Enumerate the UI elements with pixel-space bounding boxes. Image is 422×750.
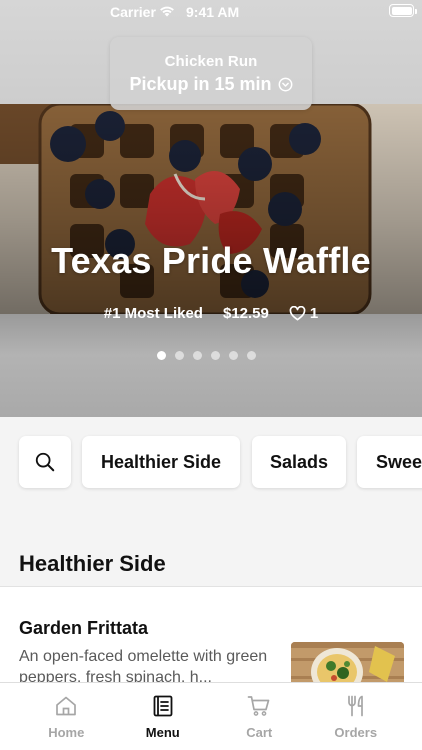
search-icon bbox=[35, 452, 55, 472]
menu-section-header: Healthier Side bbox=[0, 510, 422, 587]
tab-label: Home bbox=[48, 725, 85, 740]
featured-item-meta: #1 Most Liked $12.59 1 bbox=[0, 305, 422, 322]
tab-menu[interactable]: Menu bbox=[115, 683, 212, 750]
search-button[interactable] bbox=[19, 436, 71, 488]
page-dot[interactable] bbox=[247, 351, 256, 360]
store-selector-button[interactable]: Chicken Run Pickup in 15 min bbox=[110, 37, 312, 110]
menu-item-list[interactable]: Garden Frittata An open-faced omelette w… bbox=[0, 587, 422, 682]
like-button[interactable]: 1 bbox=[289, 305, 318, 322]
tab-cart[interactable]: Cart bbox=[211, 683, 308, 750]
section-title: Healthier Side bbox=[19, 551, 166, 576]
clock: 9:41 AM bbox=[186, 4, 240, 20]
category-chip-sweets[interactable]: Sweets bbox=[357, 436, 422, 488]
carrier-label: Carrier bbox=[110, 4, 156, 20]
category-chip-healthier-side[interactable]: Healthier Side bbox=[82, 436, 240, 488]
featured-item-title[interactable]: Texas Pride Waffle bbox=[0, 240, 422, 282]
page-dot[interactable] bbox=[211, 351, 220, 360]
home-icon bbox=[56, 696, 77, 716]
tab-home[interactable]: Home bbox=[18, 683, 115, 750]
menu-item-photo bbox=[291, 642, 404, 682]
featured-carousel[interactable]: Carrier 9:41 AM Chicken Run Pickup in 15… bbox=[0, 0, 422, 417]
cart-icon bbox=[247, 696, 270, 716]
menu-item-description: An open-faced omelette with green pepper… bbox=[19, 648, 268, 682]
page-dot[interactable] bbox=[157, 351, 166, 360]
tab-label: Menu bbox=[145, 725, 180, 740]
page-dot[interactable] bbox=[175, 351, 184, 360]
carousel-page-indicator[interactable] bbox=[157, 351, 256, 360]
heart-icon bbox=[289, 306, 306, 321]
hero-overlay bbox=[0, 104, 422, 314]
menu-item-name: Garden Frittata bbox=[19, 618, 149, 638]
pickup-time: Pickup in 15 min bbox=[110, 74, 312, 95]
hero-backdrop bbox=[0, 314, 422, 417]
battery-icon bbox=[389, 4, 417, 17]
tab-bar[interactable]: Home Menu Cart Orders bbox=[0, 682, 422, 750]
featured-item-price: $12.59 bbox=[222, 305, 269, 322]
menu-book-icon bbox=[153, 695, 173, 717]
page-dot[interactable] bbox=[193, 351, 202, 360]
status-bar: Carrier 9:41 AM bbox=[0, 0, 422, 26]
category-chip-salads[interactable]: Salads bbox=[252, 436, 346, 488]
tab-label: Cart bbox=[246, 725, 273, 740]
category-chips[interactable]: Healthier Side Salads Sweets bbox=[0, 418, 422, 510]
page-dot[interactable] bbox=[229, 351, 238, 360]
wifi-icon bbox=[160, 6, 174, 17]
like-count: 1 bbox=[309, 305, 319, 322]
tab-label: Orders bbox=[334, 725, 378, 740]
frittata-image bbox=[291, 642, 404, 682]
chevron-down-circle-icon bbox=[278, 77, 292, 92]
pickup-label: Pickup in 15 min bbox=[129, 74, 272, 94]
tab-orders[interactable]: Orders bbox=[308, 683, 405, 750]
utensils-icon bbox=[347, 695, 363, 717]
store-name: Chicken Run bbox=[164, 53, 258, 70]
rank-badge: #1 Most Liked bbox=[103, 305, 203, 322]
